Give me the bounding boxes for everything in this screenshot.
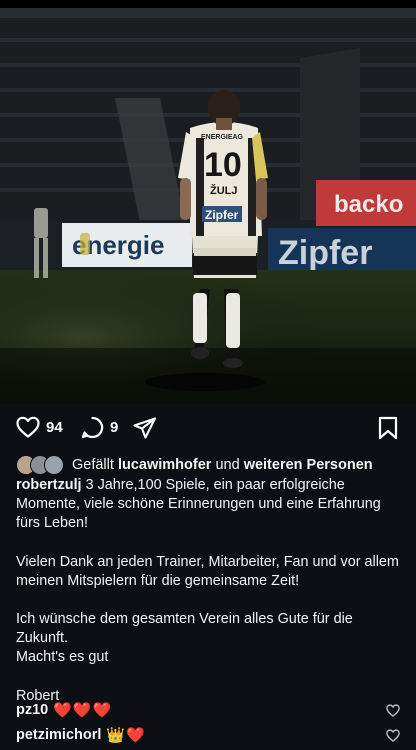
- comment-like-button[interactable]: [386, 729, 400, 746]
- comment-count: 9: [110, 419, 119, 436]
- avatar: [44, 455, 64, 475]
- board-backo-text: backo: [334, 191, 403, 218]
- save-button[interactable]: [378, 416, 398, 440]
- bookmark-icon: [378, 416, 398, 440]
- comment-item: petzimichorl 👑❤️: [16, 726, 406, 744]
- like-count: 94: [46, 418, 63, 436]
- jersey-number: 10: [204, 146, 242, 184]
- comment-icon: [81, 416, 104, 439]
- small-heart-icon: [386, 729, 400, 742]
- liker-avatars: [16, 455, 66, 475]
- share-icon: [133, 417, 157, 439]
- jersey-logo: Zipfer: [205, 208, 239, 222]
- liked-others[interactable]: weiteren Personen: [244, 457, 373, 473]
- comment-text: ❤️❤️❤️: [53, 702, 113, 719]
- heart-icon: [16, 416, 40, 438]
- share-button[interactable]: [133, 417, 157, 439]
- liked-prefix: Gefällt: [72, 457, 114, 473]
- small-heart-icon: [386, 704, 400, 717]
- board-zipfer-text: Zipfer: [278, 234, 372, 272]
- comment-user[interactable]: pz10: [16, 702, 48, 718]
- comment-like-button[interactable]: [386, 704, 400, 721]
- action-bar: 94 9: [0, 412, 416, 448]
- comment-user[interactable]: petzimichorl: [16, 727, 101, 743]
- jersey-sponsor: ENERGIEAG: [201, 134, 244, 141]
- liked-middle: und: [215, 457, 240, 473]
- post-photo[interactable]: energie Zipfer backo ENERGIEAG 10 ŽULJ Z…: [0, 8, 416, 404]
- comment-item: pz10 ❤️❤️❤️: [16, 701, 406, 719]
- caption-paragraph-3: Ich wünsche dem gesamten Verein alles Gu…: [16, 611, 353, 666]
- status-bar-edge: [0, 0, 416, 8]
- comment-text: 👑❤️: [106, 727, 146, 744]
- caption-paragraph-1: robertzulj 3 Jahre,100 Spiele, ein paar …: [16, 477, 385, 532]
- jersey-name: ŽULJ: [210, 184, 238, 197]
- caption-author[interactable]: robertzulj: [16, 477, 82, 493]
- caption-paragraph-2: Vielen Dank an jeden Trainer, Mitarbeite…: [16, 553, 403, 589]
- post-caption: robertzulj 3 Jahre,100 Spiele, ein paar …: [16, 476, 408, 706]
- liked-user[interactable]: lucawimhofer: [118, 457, 211, 473]
- liked-by-line[interactable]: Gefällt lucawimhofer und weiteren Person…: [16, 455, 406, 475]
- comment-button[interactable]: 9: [81, 416, 118, 439]
- like-button[interactable]: 94: [16, 416, 63, 438]
